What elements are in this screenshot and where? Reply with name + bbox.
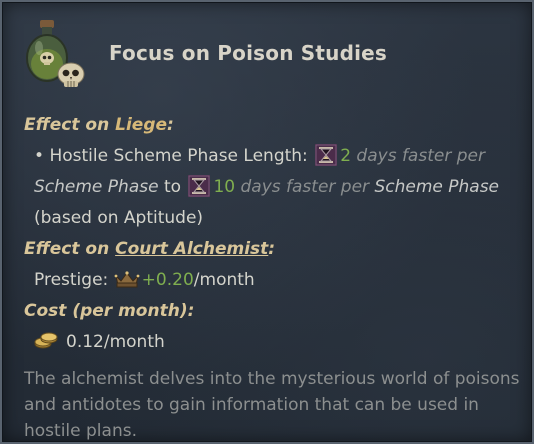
aptitude-note: (based on Aptitude) (34, 208, 204, 228)
cost-value: 0.12/month (66, 332, 165, 352)
tooltip-body: Effect on Liege: • Hostile Scheme Phase … (24, 110, 524, 444)
effect-liege-heading: Effect on Liege: (24, 110, 524, 141)
bullet: • (34, 146, 45, 166)
flavor-description: The alchemist delves into the mysterious… (24, 369, 520, 441)
hourglass-icon (188, 175, 211, 197)
prestige-unit: /month (193, 270, 255, 290)
scheme-phase-link-1[interactable]: Scheme Phase (34, 177, 159, 197)
prestige-line: Prestige: +0.20/month (24, 265, 524, 296)
effect-alchemist-heading-suffix: : (268, 239, 276, 259)
min-days-value: 2 (340, 146, 352, 166)
tooltip-panel: Focus on Poison Studies Effect on Liege:… (0, 0, 534, 444)
faster-per-text-2: days faster per (240, 177, 370, 197)
poison-potion-with-skull-icon (26, 20, 85, 87)
max-days-value: 10 (213, 177, 236, 197)
effect-liege-heading-prefix: Effect on (24, 115, 116, 135)
cost-heading: Cost (per month): (24, 301, 195, 321)
hourglass-icon (315, 144, 338, 166)
scheme-phase-line-2: Scheme Phase to 10 days faster per Schem… (24, 172, 524, 203)
liege-link[interactable]: Liege (115, 115, 167, 135)
cost-line: 0.12/month (24, 327, 524, 358)
scheme-phase-label: Hostile Scheme Phase Length: (49, 146, 308, 166)
gold-coins-icon (34, 332, 58, 349)
tooltip-title: Focus on Poison Studies (109, 41, 388, 65)
faster-per-text-1: days faster per (356, 146, 485, 166)
effect-alchemist-heading-prefix: Effect on (24, 239, 116, 259)
scheme-phase-line-1: • Hostile Scheme Phase Length: 2 days fa… (24, 141, 524, 172)
prestige-crown-icon (114, 271, 140, 288)
court-alchemist-link[interactable]: Court Alchemist (115, 239, 268, 259)
prestige-value: +0.20 (141, 270, 194, 290)
effect-alchemist-heading: Effect on Court Alchemist: (24, 234, 524, 265)
tooltip-header: Focus on Poison Studies (24, 16, 514, 96)
scheme-phase-link-2[interactable]: Scheme Phase (374, 177, 499, 197)
effect-liege-heading-suffix: : (167, 115, 174, 135)
to-word: to (163, 177, 182, 197)
prestige-label: Prestige: (34, 270, 109, 290)
